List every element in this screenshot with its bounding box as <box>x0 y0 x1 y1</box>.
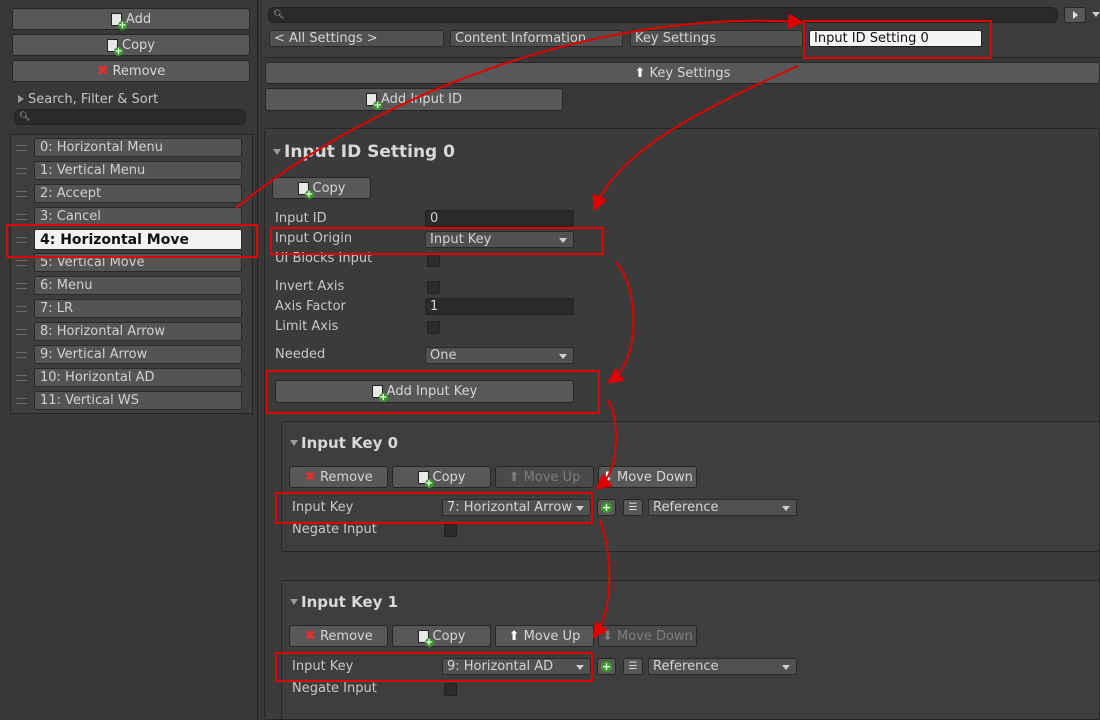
arrow-origin-to-add-key <box>607 261 635 384</box>
arrow-add-key-to-key0 <box>595 399 618 490</box>
arrow-name-to-origin <box>592 65 799 212</box>
arrow-list-to-name <box>235 13 804 209</box>
annotation-arrows <box>235 13 804 639</box>
arrow-key0-to-key1 <box>592 519 611 639</box>
